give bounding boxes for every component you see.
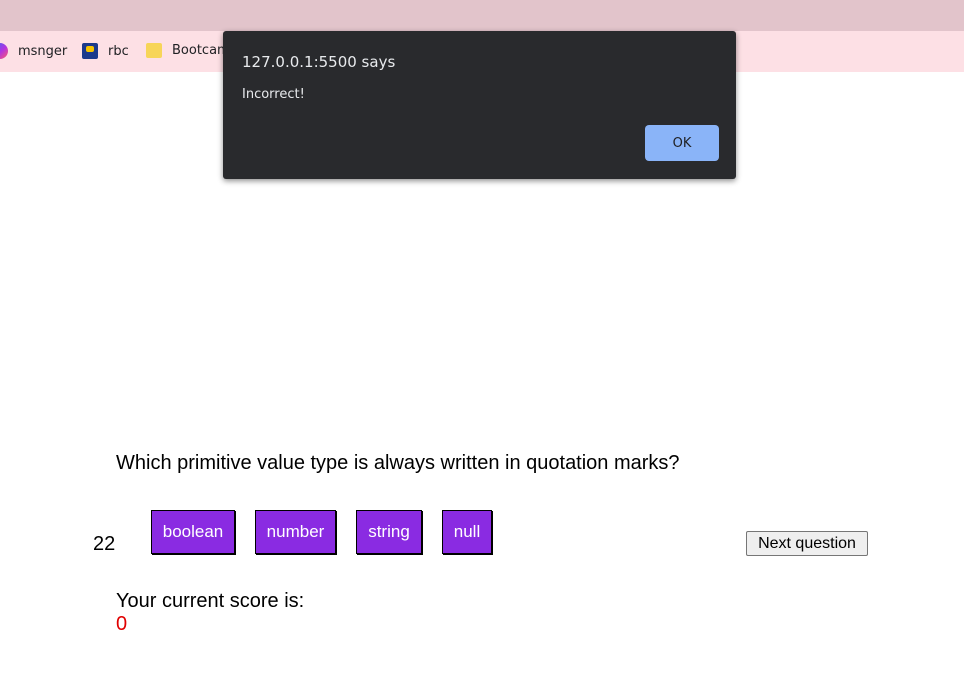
messenger-icon	[0, 43, 8, 59]
alert-ok-button[interactable]: OK	[645, 125, 719, 161]
question-text: Which primitive value type is always wri…	[116, 452, 680, 474]
answer-button-number[interactable]: number	[255, 510, 336, 554]
bookmark-label: rbc	[108, 43, 129, 59]
bookmark-rbc[interactable]: rbc	[82, 43, 129, 59]
score-value: 0	[116, 613, 128, 635]
rbc-icon	[82, 43, 98, 59]
browser-titlebar	[0, 0, 964, 31]
answer-button-null[interactable]: null	[442, 510, 492, 554]
bookmark-msnger[interactable]: msnger	[0, 43, 67, 59]
bookmark-label: msnger	[18, 43, 68, 59]
answer-button-string[interactable]: string	[356, 510, 422, 554]
answer-button-boolean[interactable]: boolean	[151, 510, 235, 554]
folder-icon	[146, 43, 162, 58]
next-question-button[interactable]: Next question	[746, 531, 868, 556]
alert-message: Incorrect!	[242, 87, 305, 102]
bookmark-label: Bootcam	[172, 43, 230, 58]
bookmark-bootcamp[interactable]: Bootcam	[146, 43, 230, 58]
question-counter: 22	[93, 533, 116, 555]
alert-title: 127.0.0.1:5500 says	[242, 53, 396, 71]
score-label: Your current score is:	[116, 590, 305, 612]
alert-dialog: 127.0.0.1:5500 says Incorrect! OK	[223, 31, 736, 179]
